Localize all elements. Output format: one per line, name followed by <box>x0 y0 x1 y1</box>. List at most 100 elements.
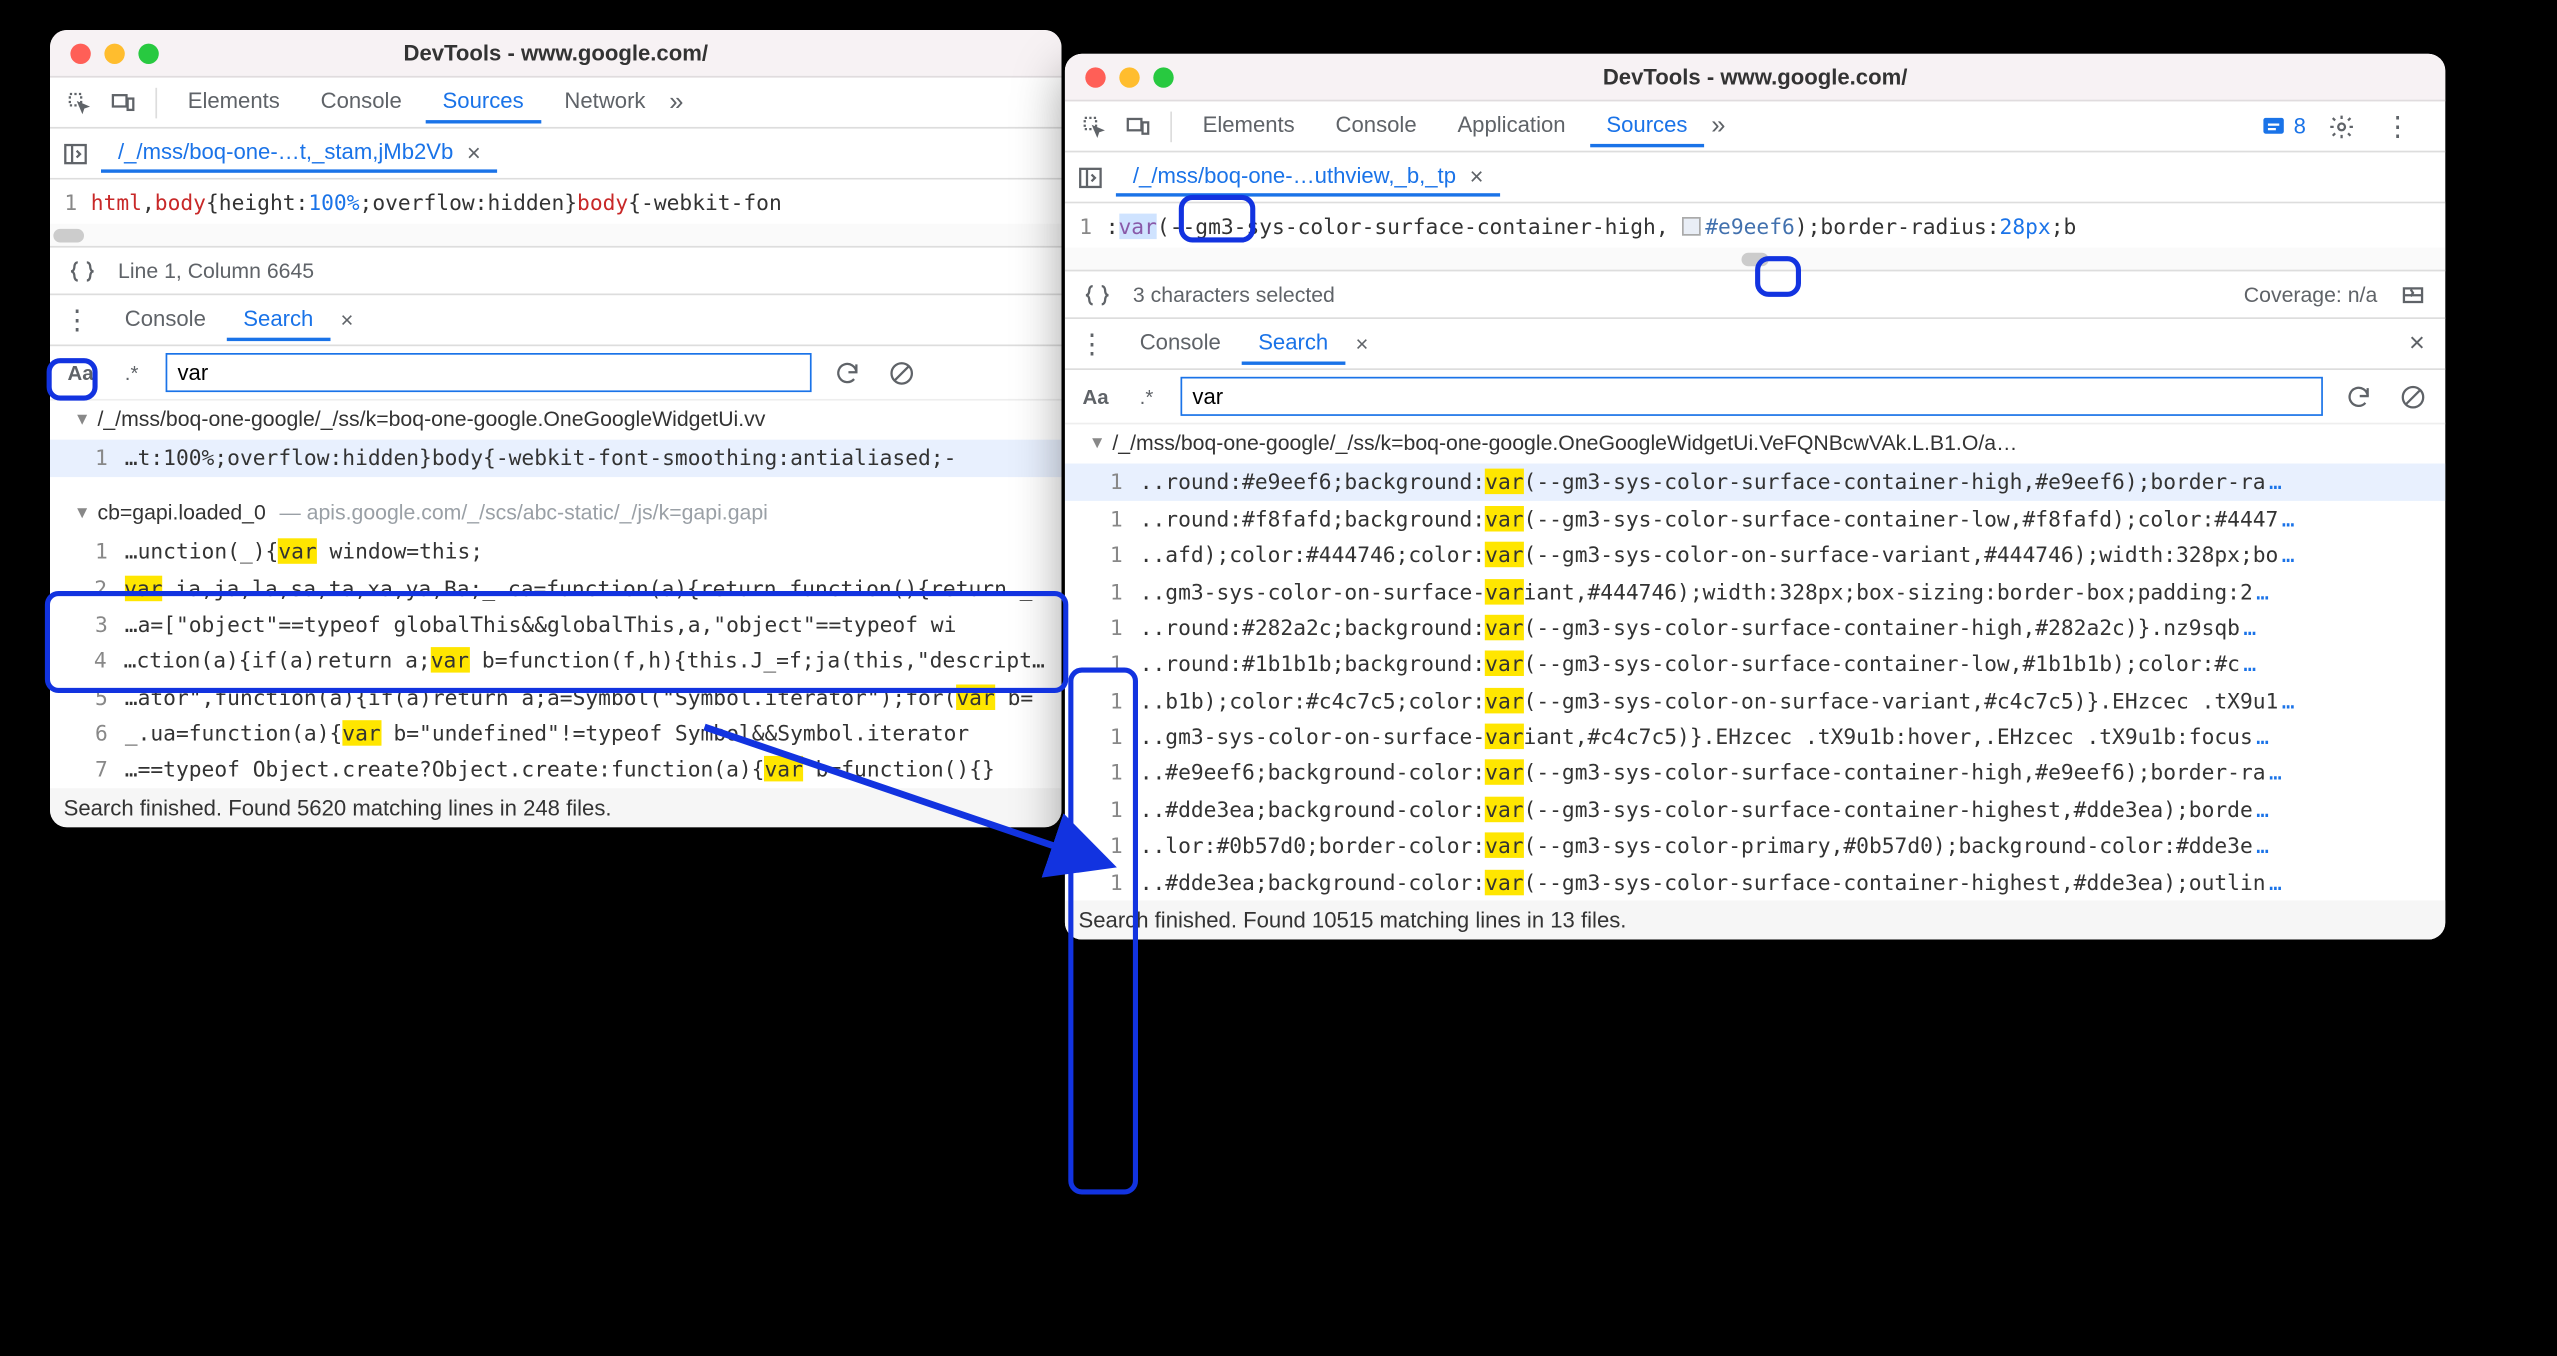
result-line[interactable]: 1..round:#e9eef6;background:var(--gm3-sy… <box>1065 464 2445 500</box>
drawer-tab-search[interactable]: Search <box>1241 322 1345 365</box>
close-icon[interactable]: × <box>334 307 361 333</box>
zoom-window-light[interactable] <box>1153 67 1173 87</box>
result-file-host: — apis.google.com/_/scs/abc-static/_/js/… <box>279 497 767 530</box>
file-tab[interactable]: /_/mss/boq-one-…t,_stam,jMb2Vb × <box>101 135 498 172</box>
device-toolbar-icon[interactable] <box>1119 107 1156 144</box>
result-line[interactable]: 1..afd);color:#444746;color:var(--gm3-sy… <box>1065 537 2445 573</box>
search-results: ▼ /_/mss/boq-one-google/_/ss/k=boq-one-g… <box>1065 424 2445 900</box>
drawer-tab-console[interactable]: Console <box>1123 322 1238 365</box>
close-icon[interactable]: × <box>1349 331 1376 357</box>
minimize-window-light[interactable] <box>104 43 124 63</box>
result-file-name: cb=gapi.loaded_0 <box>97 497 265 530</box>
inspect-icon[interactable] <box>1075 107 1112 144</box>
tab-elements[interactable]: Elements <box>1186 105 1312 148</box>
result-file-header[interactable]: ▼ cb=gapi.loaded_0 — apis.google.com/_/s… <box>50 494 1062 534</box>
search-input[interactable] <box>166 353 812 392</box>
issues-badge[interactable]: 8 <box>2260 112 2306 139</box>
tab-application[interactable]: Application <box>1440 105 1582 148</box>
result-line[interactable]: 1..#e9eef6;background-color:var(--gm3-sy… <box>1065 755 2445 791</box>
close-icon[interactable]: × <box>1470 162 1484 189</box>
result-line[interactable]: 2var ia,ja,la,sa,ta,xa,ya,Ba;_.ca=functi… <box>50 570 1062 606</box>
result-line[interactable]: 1..round:#1b1b1b;background:var(--gm3-sy… <box>1065 646 2445 682</box>
format-icon[interactable] <box>64 252 101 289</box>
tab-network[interactable]: Network <box>547 81 662 124</box>
drawer-tab-console[interactable]: Console <box>108 299 223 342</box>
match-case-icon[interactable]: Aa <box>64 361 98 385</box>
result-line[interactable]: 1..lor:#0b57d0;border-color:var(--gm3-sy… <box>1065 828 2445 864</box>
line-number: 1 <box>1065 213 1106 239</box>
close-icon[interactable]: × <box>467 138 481 165</box>
editor-scrollbar[interactable] <box>1065 248 2445 272</box>
file-tab[interactable]: /_/mss/boq-one-…uthview,_b,_tp × <box>1116 158 1501 195</box>
result-file-header[interactable]: ▼ /_/mss/boq-one-google/_/ss/k=boq-one-g… <box>50 401 1062 441</box>
device-toolbar-icon[interactable] <box>104 84 141 121</box>
result-line[interactable]: 1..#dde3ea;background-color:var(--gm3-sy… <box>1065 791 2445 827</box>
search-footer: Search finished. Found 5620 matching lin… <box>50 788 1062 827</box>
window-title: DevTools - www.google.com/ <box>1065 64 2445 90</box>
menu-icon[interactable]: ⋮ <box>2377 109 2425 143</box>
result-line[interactable]: 6_.ua=function(a){var b="undefined"!=typ… <box>50 715 1062 751</box>
selection-status: 3 characters selected <box>1133 282 1335 306</box>
tab-sources[interactable]: Sources <box>1589 105 1704 148</box>
result-line[interactable]: 1..#dde3ea;background-color:var(--gm3-sy… <box>1065 864 2445 900</box>
result-line[interactable]: 1..round:#282a2c;background:var(--gm3-sy… <box>1065 609 2445 645</box>
main-toolbar: Elements Console Sources Network » <box>50 78 1062 129</box>
line-number: 1 <box>50 189 91 215</box>
tab-console[interactable]: Console <box>304 81 419 124</box>
close-window-light[interactable] <box>1085 67 1105 87</box>
close-window-light[interactable] <box>70 43 90 63</box>
tab-elements[interactable]: Elements <box>171 81 297 124</box>
titlebar[interactable]: DevTools - www.google.com/ <box>1065 54 2445 102</box>
separator <box>155 87 157 118</box>
result-line[interactable]: 1..gm3-sys-color-on-surface-variant,#c4c… <box>1065 719 2445 755</box>
code-editor[interactable]: 1 html,body{height:100%;overflow:hidden}… <box>50 180 1062 224</box>
chevron-down-icon: ▼ <box>74 500 91 526</box>
refresh-icon[interactable] <box>2340 378 2377 415</box>
code-editor[interactable]: 1 :var(--gm3-sys-color-surface-container… <box>1065 203 2445 247</box>
editor-status: 3 characters selected Coverage: n/a <box>1065 271 2445 319</box>
tab-sources[interactable]: Sources <box>426 81 541 124</box>
result-line[interactable]: 7…==typeof Object.create?Object.create:f… <box>50 751 1062 787</box>
result-line[interactable]: 5…ator",function(a){if(a)return a;a=Symb… <box>50 679 1062 715</box>
drawer-menu-icon[interactable]: ⋮ <box>57 303 105 337</box>
drawer-tab-search[interactable]: Search <box>226 299 330 342</box>
scrollbar-thumb[interactable] <box>1742 252 1769 266</box>
tab-console[interactable]: Console <box>1319 105 1434 148</box>
result-line[interactable]: 1..b1b);color:#c4c7c5;color:var(--gm3-sy… <box>1065 682 2445 718</box>
regex-icon[interactable]: .* <box>1130 384 1164 408</box>
main-toolbar: Elements Console Application Sources » 8… <box>1065 101 2445 152</box>
drawer-menu-icon[interactable]: ⋮ <box>1072 327 1120 361</box>
drawer-close-icon[interactable]: × <box>2409 328 2438 359</box>
result-file-header[interactable]: ▼ /_/mss/boq-one-google/_/ss/k=boq-one-g… <box>1065 424 2445 464</box>
more-tabs-icon[interactable]: » <box>1711 112 1725 141</box>
code-content: :var(--gm3-sys-color-surface-container-h… <box>1106 213 2077 239</box>
more-tabs-icon[interactable]: » <box>669 88 683 117</box>
result-line[interactable]: 1…unction(_){var window=this; <box>50 533 1062 569</box>
clear-icon[interactable] <box>2394 378 2431 415</box>
result-line[interactable]: 4…ction(a){if(a)return a;var b=function(… <box>50 642 1062 678</box>
code-content: html,body{height:100%;overflow:hidden}bo… <box>91 189 782 215</box>
scrollbar-thumb[interactable] <box>53 228 84 242</box>
result-line[interactable]: 3…a=["object"==typeof globalThis&&global… <box>50 606 1062 642</box>
editor-scrollbar[interactable] <box>50 224 1062 248</box>
search-input[interactable] <box>1181 377 2323 416</box>
navigator-toggle-icon[interactable] <box>1072 158 1109 195</box>
coverage-icon[interactable] <box>2394 276 2431 313</box>
navigator-toggle-icon[interactable] <box>57 135 94 172</box>
settings-icon[interactable] <box>2323 107 2360 144</box>
file-tabs: /_/mss/boq-one-…uthview,_b,_tp × <box>1065 152 2445 203</box>
cursor-position: Line 1, Column 6645 <box>118 259 314 283</box>
window-lights <box>50 43 159 63</box>
clear-icon[interactable] <box>883 354 920 391</box>
result-line[interactable]: 1..gm3-sys-color-on-surface-variant,#444… <box>1065 573 2445 609</box>
refresh-icon[interactable] <box>829 354 866 391</box>
match-case-icon[interactable]: Aa <box>1079 384 1113 408</box>
result-line[interactable]: 1..round:#f8fafd;background:var(--gm3-sy… <box>1065 500 2445 536</box>
zoom-window-light[interactable] <box>138 43 158 63</box>
regex-icon[interactable]: .* <box>115 361 149 385</box>
minimize-window-light[interactable] <box>1119 67 1139 87</box>
titlebar[interactable]: DevTools - www.google.com/ <box>50 30 1062 78</box>
format-icon[interactable] <box>1079 276 1116 313</box>
inspect-icon[interactable] <box>60 84 97 121</box>
result-line[interactable]: 1 …t:100%;overflow:hidden}body{-webkit-f… <box>50 440 1062 476</box>
